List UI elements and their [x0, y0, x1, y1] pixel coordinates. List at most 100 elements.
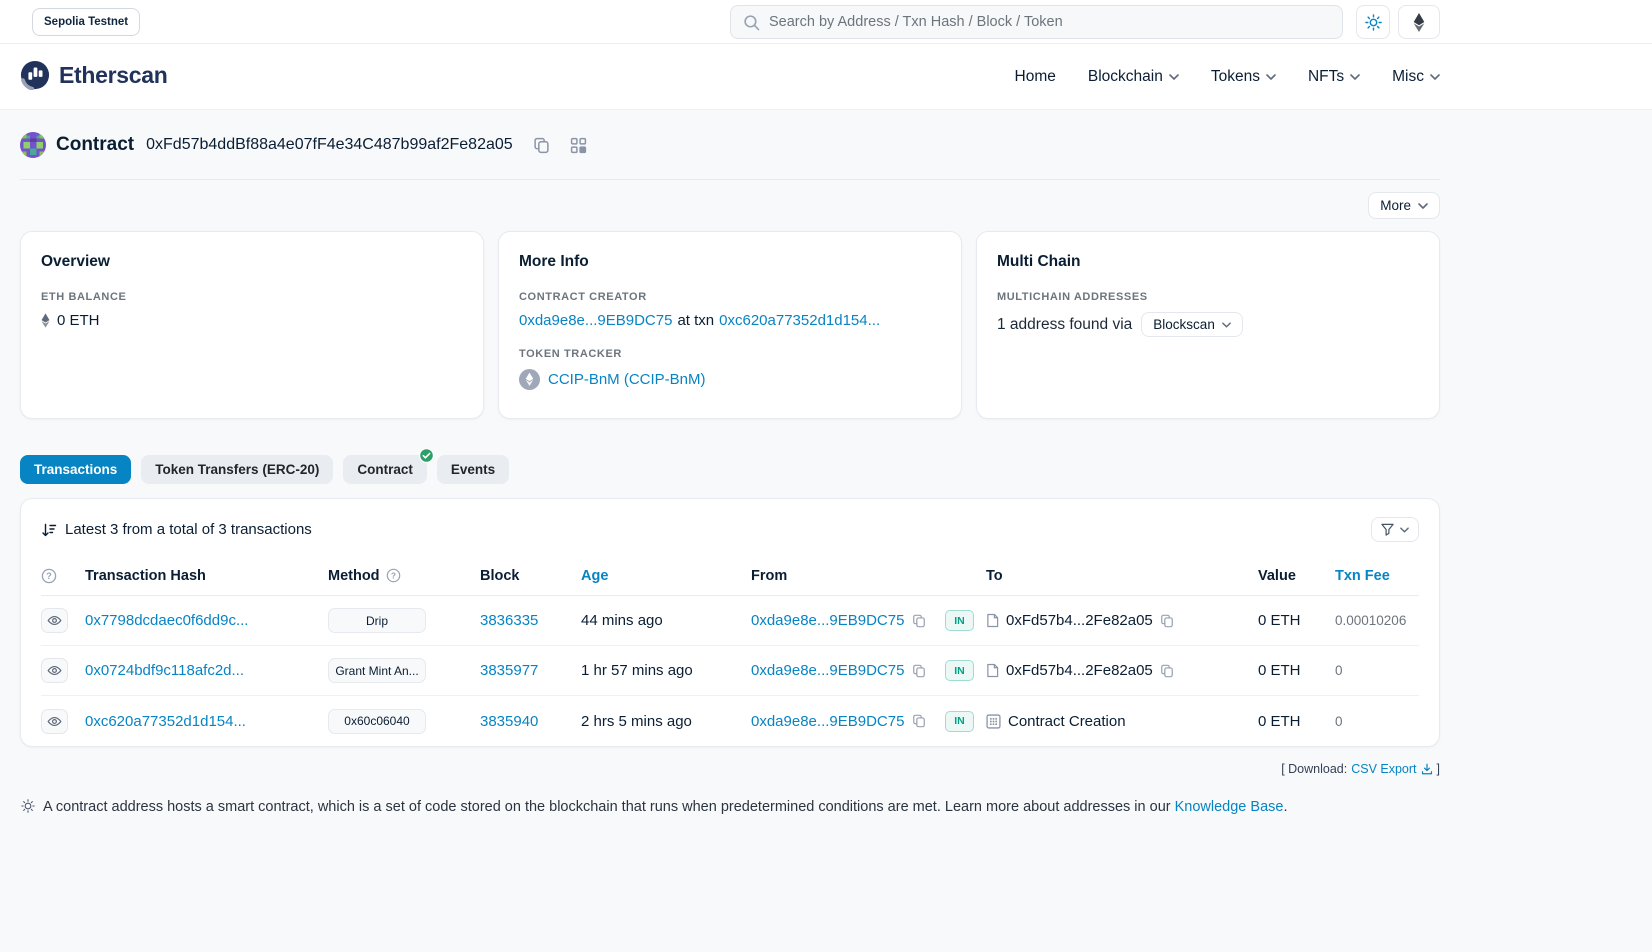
- preview-tx-button[interactable]: [41, 608, 68, 633]
- creation-txn-link[interactable]: 0xc620a77352d1d154...: [719, 312, 880, 329]
- tx-age: 44 mins ago: [581, 612, 751, 629]
- nav-nfts-label: NFTs: [1308, 68, 1344, 86]
- nav-blockchain-label: Blockchain: [1088, 68, 1163, 86]
- table-row: 0x0724bdf9c118afc2d... Grant Mint An... …: [41, 646, 1419, 696]
- col-method: Method: [328, 568, 380, 584]
- search-icon: [743, 14, 760, 31]
- ethereum-icon: [1413, 13, 1425, 32]
- sort-icon: [41, 522, 57, 538]
- from-address-link[interactable]: 0xda9e8e...9EB9DC75: [751, 713, 904, 730]
- csv-export-label: CSV Export: [1351, 762, 1416, 776]
- help-icon[interactable]: ?: [386, 568, 401, 583]
- col-from: From: [751, 568, 945, 584]
- copy-icon[interactable]: [1160, 664, 1174, 678]
- nav-misc[interactable]: Misc: [1392, 68, 1440, 86]
- tab-events[interactable]: Events: [437, 455, 509, 484]
- brand-name: Etherscan: [59, 62, 168, 89]
- copy-icon[interactable]: [912, 614, 926, 628]
- transactions-summary: Latest 3 from a total of 3 transactions: [65, 521, 312, 538]
- to-address: 0xFd57b4...2Fe82a05: [1006, 662, 1153, 679]
- direction-badge: IN: [945, 711, 974, 732]
- copy-icon[interactable]: [912, 714, 926, 728]
- nav-misc-label: Misc: [1392, 68, 1424, 86]
- method-badge[interactable]: Grant Mint An...: [328, 658, 426, 683]
- overview-title: Overview: [41, 253, 463, 271]
- direction-badge: IN: [945, 660, 974, 681]
- tab-transactions[interactable]: Transactions: [20, 455, 131, 484]
- block-link[interactable]: 3835977: [480, 662, 538, 679]
- tx-hash-link[interactable]: 0xc620a77352d1d154...: [85, 713, 246, 730]
- help-icon[interactable]: ?: [41, 568, 85, 584]
- contract-creator-label: CONTRACT CREATOR: [519, 291, 941, 303]
- page-title: Contract: [56, 134, 134, 156]
- copy-icon[interactable]: [912, 664, 926, 678]
- from-address-link[interactable]: 0xda9e8e...9EB9DC75: [751, 662, 904, 679]
- network-badge[interactable]: Sepolia Testnet: [32, 8, 140, 36]
- table-row: 0xc620a77352d1d154... 0x60c06040 3835940…: [41, 696, 1419, 746]
- tab-bar: Transactions Token Transfers (ERC-20) Co…: [20, 455, 1460, 484]
- tx-age: 1 hr 57 mins ago: [581, 662, 751, 679]
- search-input[interactable]: [769, 14, 1330, 30]
- main-nav: Home Blockchain Tokens NFTs Misc: [1015, 44, 1440, 110]
- search-bar[interactable]: [730, 5, 1343, 39]
- table-header-row: ? Transaction Hash Method ? Block Age Fr…: [41, 556, 1419, 596]
- multi-chain-title: Multi Chain: [997, 253, 1419, 271]
- nav-home[interactable]: Home: [1015, 68, 1056, 86]
- tab-contract[interactable]: Contract: [343, 455, 427, 484]
- nav-blockchain[interactable]: Blockchain: [1088, 68, 1179, 86]
- more-button-label: More: [1380, 198, 1411, 213]
- document-icon: [986, 663, 999, 678]
- qr-code-button[interactable]: [570, 137, 587, 154]
- col-txn-fee-toggle[interactable]: Txn Fee: [1335, 568, 1421, 584]
- nav-tokens[interactable]: Tokens: [1211, 68, 1276, 86]
- copy-address-button[interactable]: [533, 137, 550, 154]
- token-tracker-label: TOKEN TRACKER: [519, 348, 941, 360]
- token-tracker-link[interactable]: CCIP-BnM (CCIP-BnM): [548, 371, 706, 388]
- preview-tx-button[interactable]: [41, 658, 68, 683]
- method-badge[interactable]: Drip: [328, 608, 426, 633]
- transactions-panel: Latest 3 from a total of 3 transactions …: [20, 498, 1440, 747]
- top-utility-bar: Sepolia Testnet: [0, 0, 1652, 44]
- creator-address-link[interactable]: 0xda9e8e...9EB9DC75: [519, 312, 672, 329]
- tab-token-transfers[interactable]: Token Transfers (ERC-20): [141, 455, 333, 484]
- to-address: 0xFd57b4...2Fe82a05: [1006, 612, 1153, 629]
- tx-value: 0 ETH: [1258, 713, 1335, 730]
- ethereum-icon: [41, 313, 50, 328]
- network-switcher-button[interactable]: [1398, 5, 1440, 39]
- sun-icon: [1365, 14, 1382, 31]
- to-contract-creation: Contract Creation: [1008, 713, 1126, 730]
- tx-fee: 0: [1335, 663, 1421, 678]
- header-divider: [20, 179, 1440, 180]
- token-icon: [519, 369, 540, 390]
- download-row: [ Download: CSV Export ]: [20, 762, 1440, 776]
- nav-home-label: Home: [1015, 68, 1056, 86]
- col-to: To: [986, 568, 1258, 584]
- from-address-link[interactable]: 0xda9e8e...9EB9DC75: [751, 612, 904, 629]
- contract-creation-icon: [986, 714, 1001, 729]
- tx-hash-link[interactable]: 0x7798dcdaec0f6dd9c...: [85, 612, 248, 629]
- method-badge[interactable]: 0x60c06040: [328, 709, 426, 734]
- multichain-found-text: 1 address found via: [997, 316, 1132, 334]
- col-age-toggle[interactable]: Age: [581, 568, 751, 584]
- preview-tx-button[interactable]: [41, 709, 68, 734]
- copy-icon[interactable]: [1160, 614, 1174, 628]
- tx-value: 0 ETH: [1258, 612, 1335, 629]
- block-link[interactable]: 3836335: [480, 612, 538, 629]
- csv-export-link[interactable]: CSV Export: [1351, 762, 1432, 776]
- tx-value: 0 ETH: [1258, 662, 1335, 679]
- more-button[interactable]: More: [1368, 192, 1440, 219]
- more-info-title: More Info: [519, 253, 941, 271]
- nav-nfts[interactable]: NFTs: [1308, 68, 1360, 86]
- chevron-down-icon: [1430, 74, 1440, 80]
- tx-hash-link[interactable]: 0x0724bdf9c118afc2d...: [85, 662, 244, 679]
- theme-toggle-button[interactable]: [1356, 5, 1390, 39]
- blockscan-button-label: Blockscan: [1153, 317, 1215, 332]
- knowledge-base-link[interactable]: Knowledge Base: [1175, 799, 1284, 815]
- etherscan-logo[interactable]: Etherscan: [20, 60, 168, 90]
- blockscan-dropdown-button[interactable]: Blockscan: [1141, 312, 1243, 337]
- summary-cards: Overview ETH BALANCE 0 ETH More Info CON…: [20, 231, 1440, 419]
- chevron-down-icon: [1418, 203, 1428, 209]
- filter-button[interactable]: [1371, 517, 1419, 542]
- document-icon: [986, 613, 999, 628]
- block-link[interactable]: 3835940: [480, 713, 538, 730]
